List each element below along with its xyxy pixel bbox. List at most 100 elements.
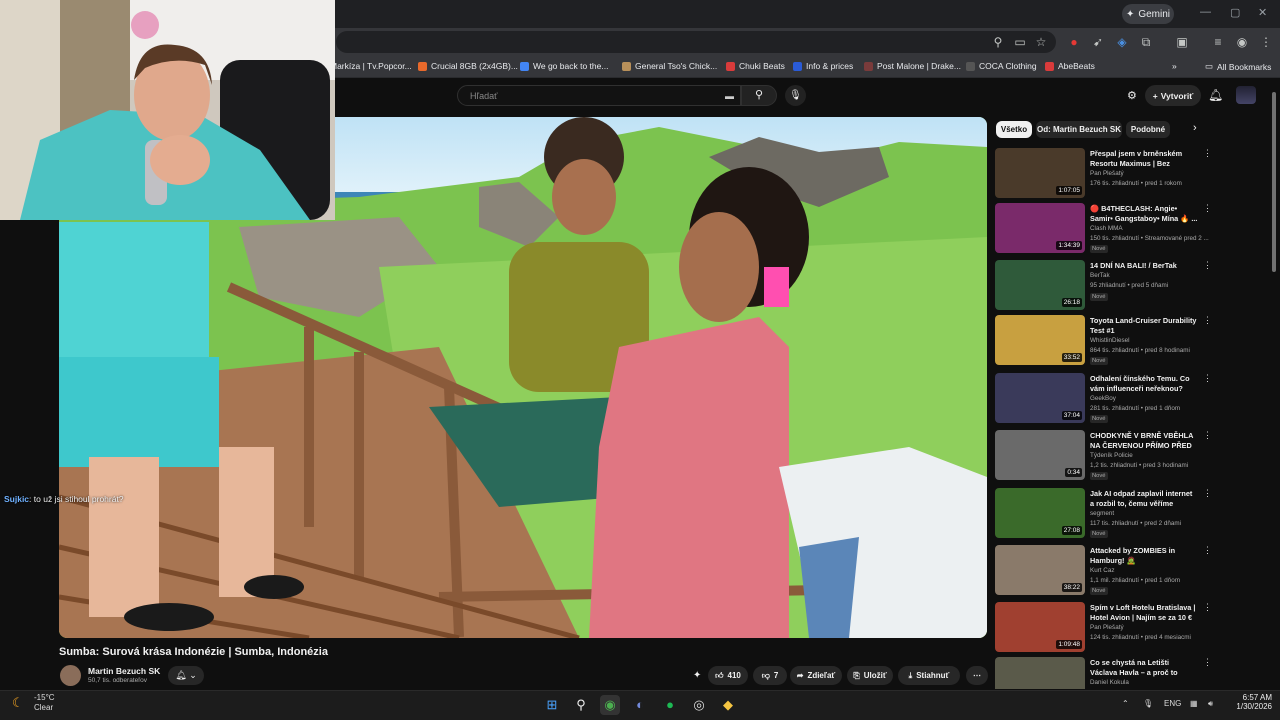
avatar[interactable] — [60, 665, 81, 686]
maximize-icon[interactable]: ▢ — [1230, 6, 1240, 19]
recommendation-item[interactable]: 0:34 CHODKYNĚ V BRNĚ VBĚHLA NA ČERVENOU … — [995, 430, 1215, 482]
chip-from-channel[interactable]: Od: Martin Bezuch SK — [1036, 121, 1122, 138]
address-bar[interactable] — [336, 31, 1056, 53]
close-icon[interactable]: ✕ — [1258, 6, 1267, 19]
more-icon[interactable]: ⋮ — [1203, 488, 1212, 499]
thumbs-up-icon: 👍︎ — [715, 670, 724, 680]
recommendation-item[interactable]: 37:04 Odhalení čínského Temu. Co vám inf… — [995, 373, 1215, 425]
more-icon[interactable]: ⋮ — [1203, 260, 1212, 271]
download-icon: ⤓ — [908, 670, 913, 680]
recommendation-item[interactable]: 33:52 Toyota Land-Cruiser Durability Tes… — [995, 315, 1215, 367]
profile-icon[interactable]: ◉ — [1234, 34, 1250, 50]
keyboard-icon[interactable]: ▬ — [725, 91, 734, 101]
favicon-icon — [864, 61, 873, 71]
favicon-icon — [622, 61, 631, 71]
recommendation-item[interactable]: 38:22 Attacked by ZOMBIES in Hamburg! 🧟 … — [995, 545, 1215, 597]
thumbnail[interactable]: 1:09:48 — [995, 602, 1085, 652]
share-button[interactable]: ➦ Zdieľať — [790, 666, 842, 685]
media-icon[interactable]: ≡ — [1210, 34, 1226, 50]
thumbnail[interactable]: 38:22 — [995, 545, 1085, 595]
clock[interactable]: 6:57 AM 1/30/2026 — [1222, 693, 1272, 711]
bookmark-item[interactable]: General Tso's Chick... — [622, 61, 717, 71]
bookmark-item[interactable]: Info & prices — [793, 61, 853, 71]
thumbnail[interactable]: 26:18 — [995, 260, 1085, 310]
bookmark-item[interactable]: AbeBeats — [1045, 61, 1095, 71]
search-icon[interactable]: ⚲ — [571, 695, 591, 715]
spotify-icon[interactable]: ● — [660, 695, 680, 715]
channel-name[interactable]: Martin Bezuch SK — [88, 666, 160, 676]
recommendation-item[interactable]: 1:09:48 Spím v Loft Hotelu Bratislava | … — [995, 602, 1215, 654]
more-icon[interactable]: ⋮ — [1203, 602, 1212, 613]
bookmark-item[interactable]: Crucial 8GB (2x4GB)... — [418, 61, 518, 71]
like-button[interactable]: 👍︎ 410 — [708, 666, 748, 685]
sidepanel-icon[interactable]: ▣ — [1174, 34, 1190, 50]
subscribe-bell-button[interactable]: 🔔︎ ⌄ — [168, 666, 204, 685]
more-icon[interactable]: ⋮ — [1203, 657, 1212, 668]
extension-icon[interactable]: ● — [1066, 34, 1082, 50]
more-icon[interactable]: ⋮ — [1203, 373, 1212, 384]
recommendation-item[interactable]: Co se chystá na Letišti Václava Havla – … — [995, 657, 1215, 689]
thumbnail[interactable]: 37:04 — [995, 373, 1085, 423]
dislike-button[interactable]: 👎︎ 7 — [753, 666, 787, 685]
more-icon[interactable]: ⋮ — [1203, 315, 1212, 326]
windows-start-icon[interactable]: ⊞ — [542, 695, 562, 715]
menu-icon[interactable]: ⋮ — [1258, 34, 1274, 50]
sparkle-icon[interactable]: ✦ — [693, 670, 701, 681]
chip-related[interactable]: Podobné — [1126, 121, 1170, 138]
create-button[interactable]: + Vytvoriť — [1145, 85, 1201, 106]
thumbnail[interactable]: 33:52 — [995, 315, 1085, 365]
extension-icon[interactable]: ◈ — [1114, 34, 1130, 50]
chip-all[interactable]: Všetko — [996, 121, 1032, 138]
thumbnail[interactable]: 1:34:39 — [995, 203, 1085, 253]
more-icon[interactable]: ⋮ — [1203, 203, 1212, 214]
bookmark-item[interactable]: COCA Clothing — [966, 61, 1037, 71]
download-button[interactable]: ⤓ Stiahnuť — [898, 666, 960, 685]
more-icon[interactable]: ⋮ — [1203, 148, 1212, 159]
scrollbar[interactable] — [1272, 92, 1276, 272]
thumbnail[interactable]: 1:07:05 — [995, 148, 1085, 198]
bookmark-item[interactable]: We go back to the... — [520, 61, 608, 71]
extension-icon[interactable]: ➹ — [1090, 34, 1106, 50]
mic-icon[interactable]: 🎙 — [785, 85, 806, 106]
cast-icon[interactable]: ▭ — [1012, 34, 1028, 50]
minimize-icon[interactable]: — — [1200, 6, 1211, 18]
thumbnail[interactable] — [995, 657, 1085, 689]
zoom-icon[interactable]: ⚲ — [990, 34, 1006, 50]
star-icon[interactable]: ☆ — [1033, 34, 1049, 50]
chrome-icon[interactable]: ◉ — [600, 695, 620, 715]
bookmark-item[interactable]: Markíza | Tv.Popcor... — [330, 61, 412, 71]
favicon-icon — [1045, 61, 1054, 71]
chevron-right-icon[interactable]: › — [1193, 122, 1197, 134]
webcam-frame — [0, 0, 335, 220]
favicon-icon — [520, 61, 529, 71]
app-icon[interactable]: ◆ — [718, 695, 738, 715]
thumbnail[interactable]: 0:34 — [995, 430, 1085, 480]
cast-icon[interactable]: ⚙ — [1127, 89, 1137, 102]
chevron-right-icon[interactable]: » — [1172, 61, 1177, 71]
recommendation-item[interactable]: 1:34:39 🔴 B4THECLASH: Angie• Samir• Gang… — [995, 203, 1215, 255]
search-button[interactable]: ⚲ — [741, 85, 777, 106]
chevron-up-icon[interactable]: ⌃ — [1122, 699, 1129, 708]
recommendation-item[interactable]: 26:18 14 DNÍ NA BALI! / BerTak BerTak 95… — [995, 260, 1215, 312]
mic-icon[interactable]: 🎙 — [1143, 699, 1153, 708]
save-button[interactable]: ⎘ Uložiť — [847, 666, 893, 685]
recommendation-item[interactable]: 1:07:05 Přespal jsem v brněnském Resortu… — [995, 148, 1215, 200]
more-icon[interactable]: ⋮ — [1203, 430, 1212, 441]
puzzle-icon[interactable]: ⧉ — [1138, 34, 1154, 50]
recommendation-item[interactable]: 27:08 Jak AI odpad zaplavil internet a r… — [995, 488, 1215, 540]
more-icon[interactable]: ⋮ — [1203, 545, 1212, 556]
network-icon[interactable]: ▦ — [1190, 699, 1198, 708]
all-bookmarks[interactable]: ▭ All Bookmarks — [1205, 61, 1271, 72]
thumbnail[interactable]: 27:08 — [995, 488, 1085, 538]
avatar[interactable] — [1236, 86, 1256, 104]
obs-icon[interactable]: ◎ — [689, 695, 709, 715]
search-input[interactable]: Hľadať ▬ — [457, 85, 741, 106]
bookmark-item[interactable]: Post Malone | Drake... — [864, 61, 961, 71]
more-icon[interactable]: ⋯ — [966, 666, 988, 685]
discord-icon[interactable]: ◐ — [630, 695, 650, 715]
gemini-button[interactable]: ✦ Gemini — [1122, 4, 1174, 24]
bookmark-item[interactable]: Chuki Beats — [726, 61, 785, 71]
language-indicator[interactable]: ENG — [1164, 699, 1181, 708]
volume-icon[interactable]: 🔊︎ — [1208, 699, 1213, 709]
bell-icon[interactable]: 🔔︎ — [1208, 88, 1223, 102]
